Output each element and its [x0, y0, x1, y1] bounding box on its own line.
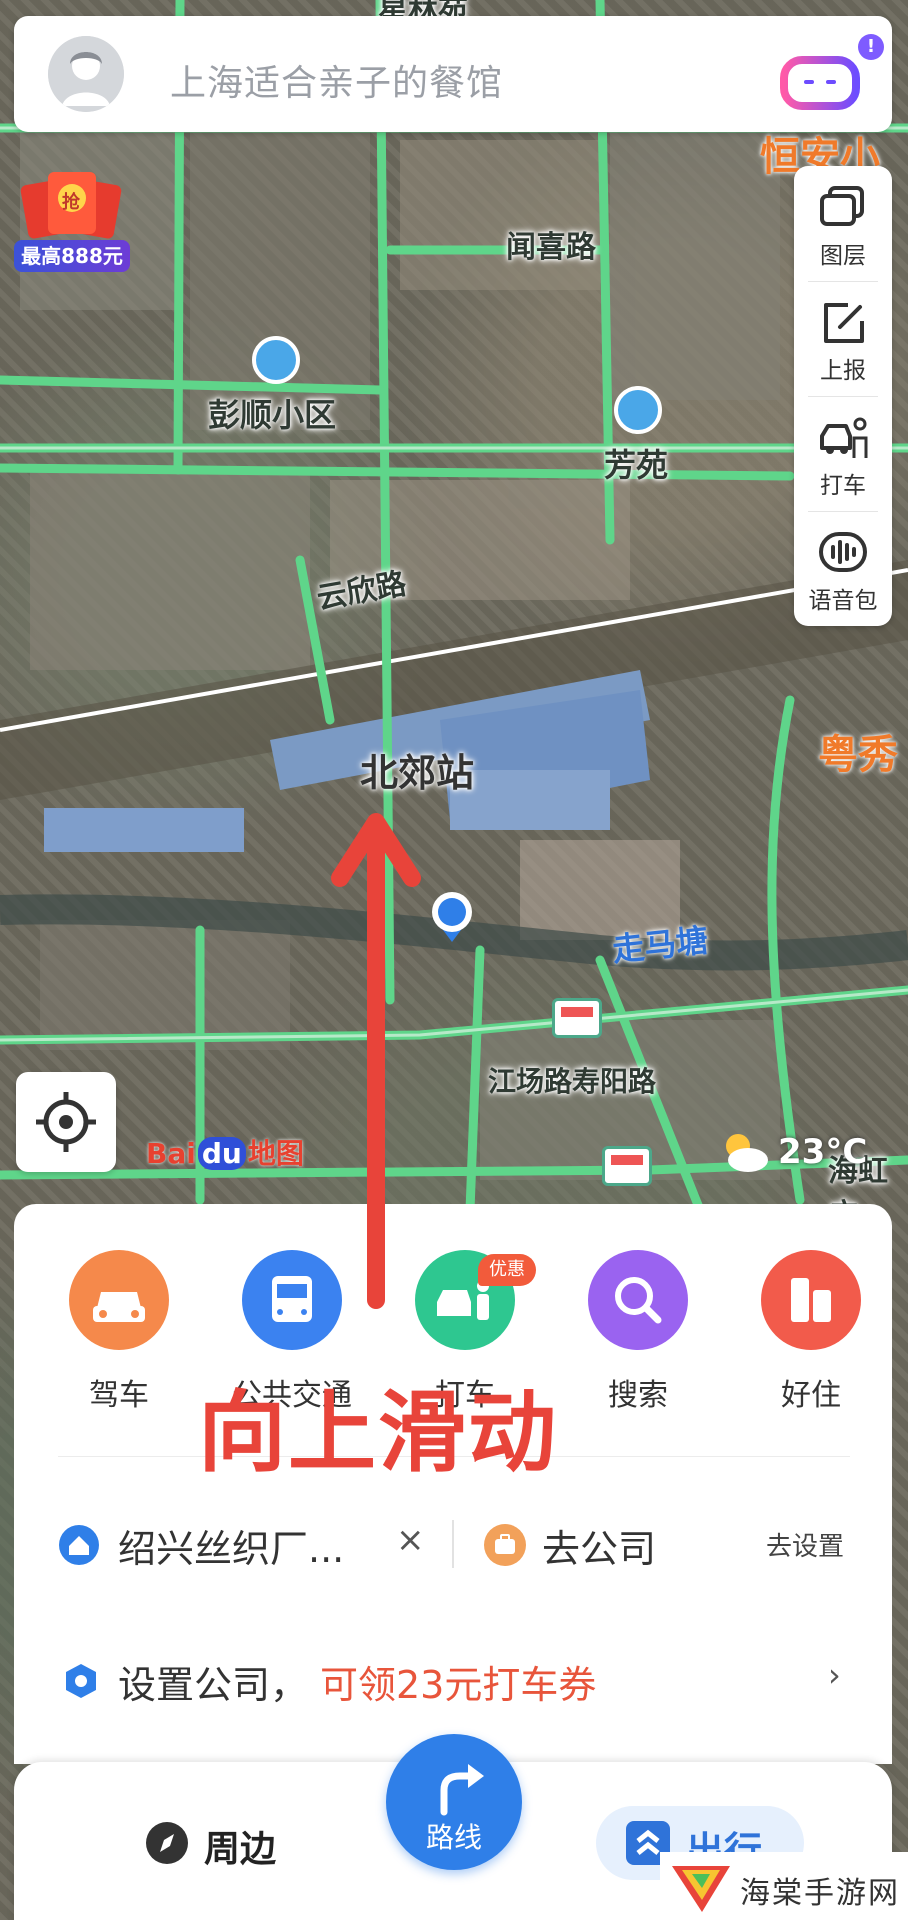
- work-setting-link[interactable]: 去设置: [766, 1526, 844, 1563]
- voice-pack-button[interactable]: 语音包: [794, 511, 892, 626]
- poi-pin-icon[interactable]: [614, 386, 662, 434]
- hotel-icon: [761, 1250, 861, 1350]
- swipe-up-instruction: 向上滑动: [198, 1381, 559, 1484]
- set-company-text: 设置公司，: [118, 1663, 309, 1707]
- promo-label: 最高888元: [14, 240, 130, 272]
- map-label-pengshun[interactable]: 彭顺小区: [208, 390, 336, 436]
- search-input[interactable]: 上海适合亲子的餐馆: [170, 54, 503, 106]
- watermark-logo-icon: [672, 1866, 730, 1912]
- clear-home-button[interactable]: ×: [396, 1520, 425, 1560]
- discount-badge: 优惠: [478, 1254, 536, 1286]
- map-label-yuexiu: 粤秀: [818, 732, 898, 778]
- map-label-fangyuan[interactable]: 芳苑: [604, 440, 668, 486]
- map-label-wenxi-road: 闻喜路: [506, 230, 596, 265]
- watermark-text: 海棠手游网: [740, 1876, 900, 1911]
- report-label: 上报: [820, 358, 866, 384]
- report-button[interactable]: 上报: [794, 281, 892, 396]
- baidu-map-logo: Bai du 地图: [146, 1132, 304, 1172]
- nav-route-label: 路线: [425, 1821, 482, 1854]
- site-watermark: 海棠手游网: [660, 1852, 908, 1920]
- poi-pin-icon[interactable]: [252, 336, 300, 384]
- chevron-right-icon: ›: [828, 1656, 841, 1694]
- map-label-jiangchang[interactable]: 江场路寿阳路: [488, 1060, 656, 1100]
- nav-route-button[interactable]: 路线: [386, 1734, 522, 1870]
- car-icon: [69, 1250, 169, 1350]
- bus-stop-icon[interactable]: [552, 998, 602, 1038]
- favorites-row: 绍兴丝织厂... × 去公司 去设置: [14, 1504, 892, 1584]
- set-company-row[interactable]: 设置公司， 可领23元打车券 ›: [14, 1638, 892, 1718]
- taxi-icon: [820, 417, 868, 458]
- hexagon-icon: [66, 1664, 96, 1698]
- search-bar[interactable]: 上海适合亲子的餐馆 !: [14, 16, 892, 132]
- hotel-label: 好住: [781, 1378, 841, 1413]
- divider: [452, 1520, 454, 1568]
- briefcase-icon: [484, 1524, 526, 1566]
- go-to-work-link[interactable]: 去公司: [542, 1518, 656, 1573]
- logo-bai: Bai: [146, 1137, 196, 1170]
- logo-du: du: [197, 1137, 246, 1170]
- swipe-up-arrow-icon: [331, 813, 421, 1309]
- layers-button[interactable]: 图层: [794, 166, 892, 281]
- voice-pack-label: 语音包: [808, 588, 878, 614]
- route-arrow-icon: [440, 1764, 484, 1816]
- search-label: 搜索: [608, 1378, 668, 1413]
- taxi-coupon-offer: 可领23元打车券: [320, 1663, 597, 1707]
- crosshair-icon: [36, 1092, 96, 1152]
- voice-pack-icon: [819, 532, 867, 572]
- avatar[interactable]: [48, 36, 124, 112]
- notification-badge: !: [858, 34, 884, 60]
- nav-nearby-label: 周边: [204, 1829, 277, 1870]
- taxi-button[interactable]: 打车: [794, 396, 892, 511]
- weather-temperature: 23°C: [778, 1132, 868, 1172]
- logo-ditu: 地图: [247, 1137, 304, 1170]
- map-label-beijiao-station[interactable]: 北郊站: [360, 742, 474, 797]
- map-toolbar: 图层 上报 打车 语音包: [794, 166, 892, 626]
- envelope-grab-text: 抢: [62, 192, 80, 213]
- report-icon: [824, 303, 864, 343]
- layers-icon: [820, 186, 864, 226]
- partly-cloudy-icon: [726, 1134, 768, 1172]
- ai-assistant-icon[interactable]: [780, 50, 864, 112]
- locate-me-button[interactable]: [16, 1072, 116, 1172]
- weather-widget[interactable]: 23°C: [716, 1128, 867, 1178]
- taxi-label: 打车: [820, 473, 866, 499]
- red-envelope-promo[interactable]: 抢 最高888元: [14, 168, 130, 272]
- home-address[interactable]: 绍兴丝织厂...: [118, 1518, 344, 1573]
- current-location-marker: [430, 890, 474, 946]
- search-icon: [588, 1250, 688, 1350]
- compass-icon: [146, 1822, 188, 1864]
- layers-label: 图层: [820, 243, 866, 269]
- drive-label: 驾车: [89, 1378, 149, 1413]
- bus-stop-icon[interactable]: [602, 1146, 652, 1186]
- home-icon: [59, 1525, 99, 1565]
